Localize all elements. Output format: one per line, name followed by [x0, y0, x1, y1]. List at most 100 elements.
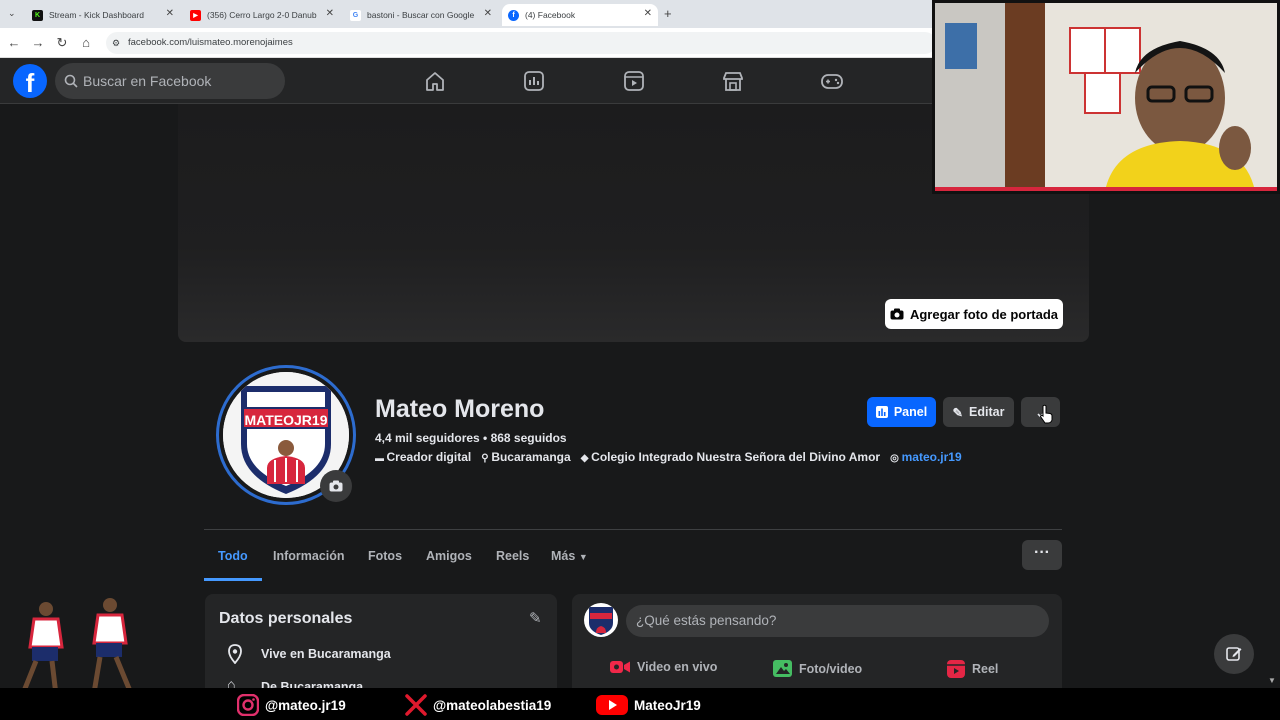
panel-button[interactable]: Panel — [867, 397, 936, 427]
browser-tab[interactable]: K Stream - Kick Dashboard ✕ — [26, 4, 180, 26]
tab-title: bastoni - Buscar con Google — [367, 10, 475, 20]
intro-role: ▬ Creador digital — [375, 450, 472, 464]
edit-pencil-icon[interactable]: ✎ — [529, 609, 542, 627]
browser-tab-active[interactable]: f (4) Facebook ✕ — [502, 4, 658, 26]
back-icon[interactable]: ← — [6, 35, 22, 50]
video-nav-icon[interactable] — [622, 70, 646, 92]
search-input[interactable]: Buscar en Facebook — [55, 63, 285, 99]
home-icon[interactable]: ⌂ — [78, 35, 94, 50]
personal-details-title: Datos personales — [219, 610, 353, 627]
close-icon[interactable]: ✕ — [644, 8, 652, 19]
youtube-handle-text: MateoJr19 — [634, 697, 701, 713]
x-handle-text: @mateolabestia19 — [433, 697, 552, 713]
profile-tabs: Todo Información Fotos Amigos Reels Más … — [204, 531, 1062, 581]
url-input[interactable]: ⚙ facebook.com/luismateo.morenojaimes — [106, 32, 936, 54]
close-icon[interactable]: ✕ — [326, 8, 334, 19]
marketplace-nav-icon[interactable] — [721, 70, 745, 92]
compose-icon — [1226, 647, 1242, 661]
social-handles-bar: @mateo.jr19 @mateolabestia19 MateoJr19 — [0, 688, 1280, 720]
url-text: facebook.com/luismateo.morenojaimes — [128, 37, 293, 48]
tab-informacion[interactable]: Información — [259, 531, 359, 581]
dashboard-nav-icon[interactable] — [522, 70, 546, 92]
instagram-handle: @mateo.jr19 — [237, 694, 346, 716]
profile-follower-stats[interactable]: 4,4 mil seguidores • 868 seguidos — [375, 431, 567, 445]
reel-icon — [947, 660, 965, 678]
instagram-icon: ◎ — [890, 453, 902, 464]
edit-profile-button[interactable]: ✎ Editar — [943, 397, 1014, 427]
profile-intro-line: ▬ Creador digital ⚲ Bucaramanga ◆ Colegi… — [375, 450, 962, 464]
live-video-button[interactable]: Video en vivo — [610, 660, 717, 674]
tab-todo[interactable]: Todo — [204, 531, 262, 581]
tab-fotos[interactable]: Fotos — [354, 531, 416, 581]
live-video-label: Video en vivo — [637, 660, 718, 674]
instagram-handle-text: @mateo.jr19 — [265, 697, 346, 713]
camera-icon — [890, 308, 904, 320]
search-placeholder: Buscar en Facebook — [83, 73, 212, 89]
reel-label: Reel — [972, 662, 999, 676]
photo-icon — [773, 660, 792, 677]
webcam-overlay — [932, 0, 1280, 194]
briefcase-icon: ▬ — [375, 453, 387, 463]
instagram-icon — [237, 694, 259, 716]
intro-instagram[interactable]: ◎ mateo.jr19 — [890, 450, 962, 464]
gaming-nav-icon[interactable] — [820, 70, 844, 92]
intro-school: ◆ Colegio Integrado Nuestra Señora del D… — [580, 450, 881, 464]
close-icon[interactable]: ✕ — [166, 8, 174, 19]
tab-amigos[interactable]: Amigos — [412, 531, 486, 581]
scrollbar-down-arrow[interactable]: ▼ — [1268, 676, 1276, 685]
live-video-icon — [610, 661, 630, 673]
hand-cursor-icon — [1039, 404, 1053, 424]
youtube-icon — [596, 695, 628, 715]
tab-mas[interactable]: Más ▼ — [537, 531, 602, 581]
profile-name: Mateo Moreno — [375, 395, 545, 423]
x-icon — [405, 694, 427, 716]
close-icon[interactable]: ✕ — [484, 8, 492, 19]
avatar-logo-text: MATEOJR19 — [244, 412, 328, 428]
forward-icon[interactable]: → — [30, 35, 46, 50]
tab-title: (356) Cerro Largo 2-0 Danubio — [207, 10, 317, 20]
tab-title: Stream - Kick Dashboard — [49, 10, 144, 20]
photo-video-button[interactable]: Foto/video — [773, 660, 862, 677]
youtube-icon: ▶ — [190, 9, 201, 21]
photo-video-label: Foto/video — [799, 661, 863, 676]
tabs-more-button[interactable]: ··· — [1022, 540, 1062, 570]
reload-icon[interactable]: ↻ — [54, 35, 70, 51]
webcam-frame-accent — [935, 187, 1277, 191]
intro-city: ⚲ Bucaramanga — [481, 450, 571, 464]
composer-avatar[interactable] — [584, 603, 618, 637]
camera-icon — [329, 480, 343, 492]
panel-label: Panel — [893, 405, 928, 419]
tab-title: (4) Facebook — [525, 10, 576, 20]
whats-on-your-mind-input[interactable]: ¿Qué estás pensando? — [626, 605, 1049, 637]
pencil-icon: ✎ — [952, 405, 964, 420]
new-message-button[interactable] — [1214, 634, 1254, 674]
profile-divider — [204, 529, 1062, 530]
new-tab-button[interactable]: + — [664, 6, 672, 21]
reel-button[interactable]: Reel — [947, 660, 998, 678]
home-nav-icon[interactable] — [423, 70, 447, 92]
caret-down-icon: ▼ — [578, 552, 588, 562]
graduation-cap-icon: ◆ — [580, 453, 592, 464]
facebook-icon: f — [508, 9, 519, 21]
tab-list-chevron-icon[interactable]: ⌄ — [8, 8, 16, 19]
location-pin-icon — [228, 644, 242, 664]
tab-mas-label: Más — [551, 549, 576, 563]
browser-tab[interactable]: G bastoni - Buscar con Google ✕ — [344, 4, 498, 26]
add-cover-photo-button[interactable]: Agregar foto de portada — [885, 299, 1063, 329]
edit-label: Editar — [969, 405, 1005, 419]
x-handle: @mateolabestia19 — [405, 694, 551, 716]
site-info-icon[interactable]: ⚙ — [112, 32, 120, 54]
instagram-link[interactable]: mateo.jr19 — [902, 450, 962, 464]
location-pin-icon: ⚲ — [481, 453, 492, 464]
kick-icon: K — [32, 9, 43, 21]
update-avatar-button[interactable] — [320, 470, 352, 502]
tab-reels[interactable]: Reels — [482, 531, 543, 581]
facebook-logo-icon[interactable]: f — [13, 64, 47, 98]
search-icon — [64, 63, 78, 112]
dashboard-icon — [875, 406, 888, 418]
google-icon: G — [350, 9, 361, 21]
lives-in-row: Vive en Bucaramanga — [261, 647, 391, 661]
browser-tab[interactable]: ▶ (356) Cerro Largo 2-0 Danubio ✕ — [184, 4, 340, 26]
add-cover-label: Agregar foto de portada — [909, 306, 1059, 322]
youtube-handle: MateoJr19 — [596, 694, 701, 716]
